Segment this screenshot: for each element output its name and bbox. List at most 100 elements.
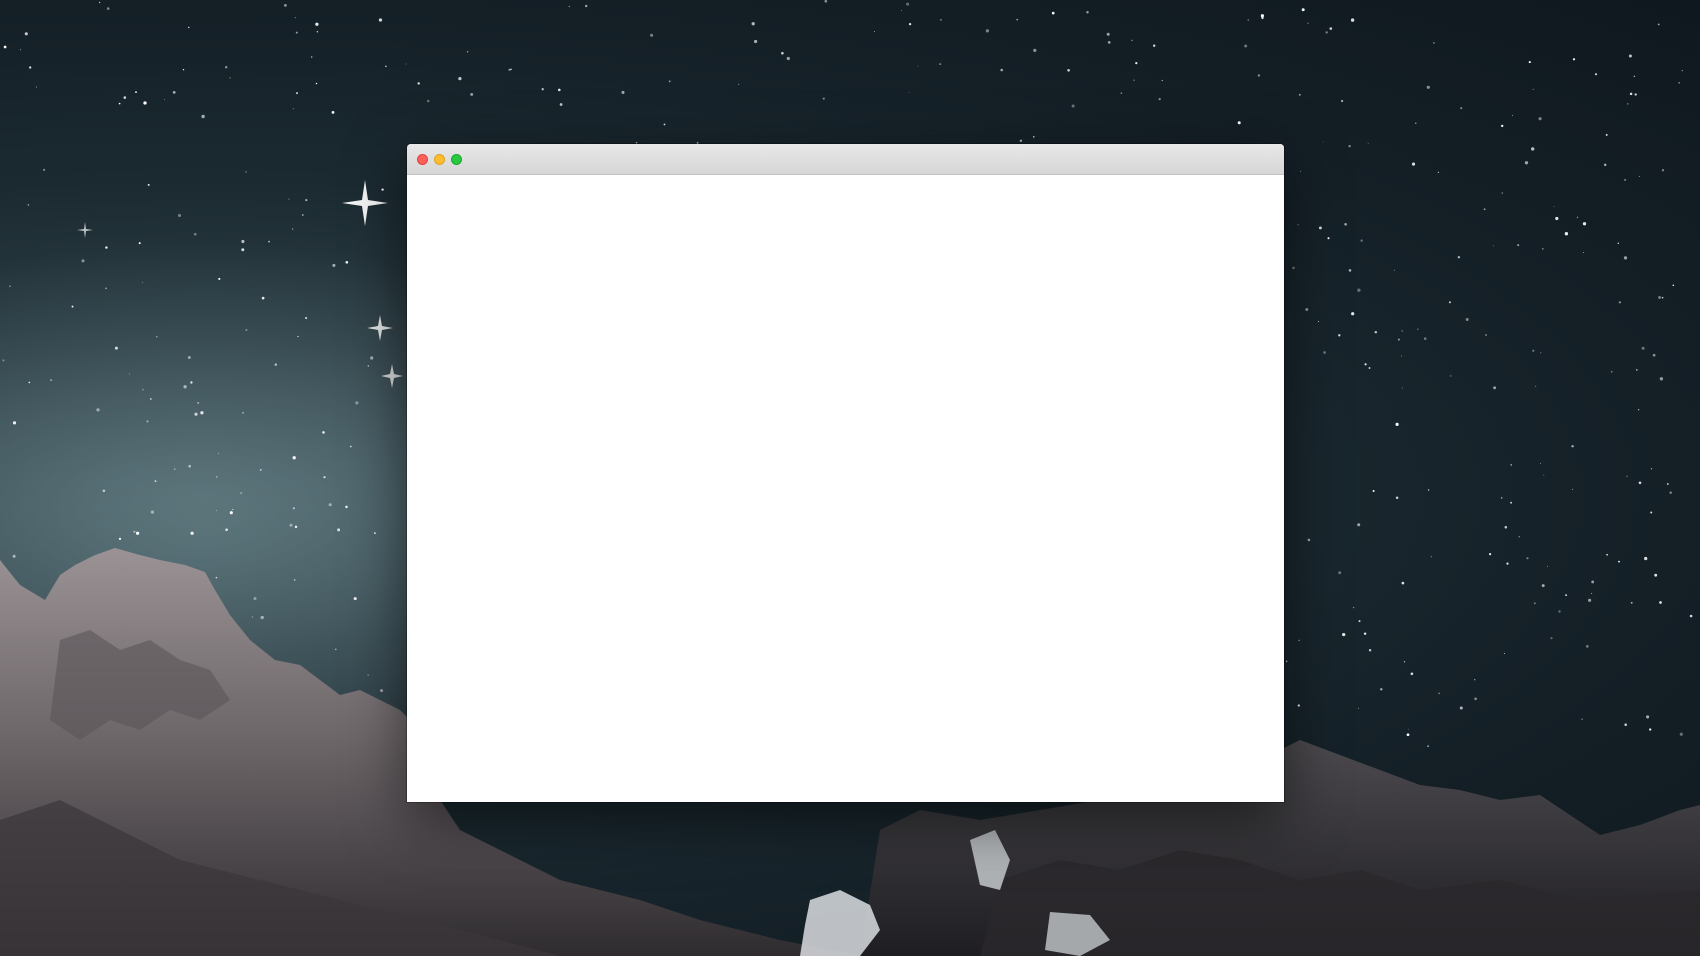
star (1558, 610, 1561, 613)
star (1397, 338, 1400, 341)
star (1618, 301, 1622, 304)
star (1603, 163, 1607, 167)
star (1661, 296, 1664, 299)
star (1106, 32, 1110, 36)
star (568, 6, 570, 8)
star (1401, 581, 1405, 585)
star (1658, 296, 1662, 299)
star (470, 92, 474, 96)
star (1131, 39, 1133, 42)
star (1634, 93, 1637, 96)
star (1158, 97, 1161, 101)
star (242, 411, 244, 414)
star (1459, 706, 1463, 710)
star (24, 32, 28, 36)
star (1051, 11, 1055, 15)
star (1417, 328, 1419, 330)
star (9, 285, 11, 288)
star (1538, 117, 1542, 121)
star (1581, 718, 1583, 720)
star (98, 1, 101, 4)
star (106, 7, 110, 10)
star (1669, 491, 1672, 494)
star (1533, 602, 1536, 605)
star (292, 108, 294, 110)
star (1401, 355, 1403, 357)
star (201, 412, 203, 414)
star (1120, 92, 1123, 94)
star (225, 528, 228, 532)
star (1652, 353, 1656, 357)
star (985, 29, 990, 33)
star (289, 523, 293, 527)
star (3, 45, 7, 49)
star (901, 10, 903, 12)
star (1297, 224, 1299, 226)
star (105, 287, 107, 290)
star (293, 579, 296, 581)
star (1630, 601, 1633, 604)
star (1638, 175, 1640, 177)
star (218, 277, 221, 280)
zoom-button[interactable] (451, 153, 462, 165)
window-content[interactable] (407, 175, 1284, 802)
star (182, 68, 185, 71)
star (315, 82, 318, 85)
star (1532, 349, 1535, 352)
star (173, 468, 176, 471)
star (20, 49, 22, 51)
star (508, 68, 511, 71)
star (1297, 704, 1300, 707)
star (1492, 245, 1494, 247)
star (292, 228, 294, 230)
star (345, 505, 348, 509)
star (1395, 496, 1399, 500)
star (1071, 104, 1075, 108)
star (1627, 103, 1629, 105)
star (1543, 474, 1545, 476)
star (1591, 580, 1595, 584)
app-window[interactable] (407, 144, 1284, 802)
star (1323, 351, 1326, 354)
star (1585, 645, 1589, 648)
star (663, 123, 666, 126)
star (1510, 464, 1512, 466)
star (1348, 144, 1351, 148)
star (245, 171, 247, 173)
star (1161, 79, 1163, 82)
star (135, 91, 137, 94)
window-title (407, 144, 1284, 174)
star (296, 92, 298, 95)
star (232, 508, 234, 510)
star (1474, 697, 1477, 701)
star (939, 63, 942, 66)
star (621, 90, 625, 94)
star (1342, 632, 1346, 637)
star (295, 31, 298, 34)
title-bar[interactable] (407, 144, 1284, 175)
star (1654, 573, 1658, 577)
minimize-button[interactable] (434, 153, 445, 165)
star (1401, 387, 1403, 389)
star (284, 4, 287, 7)
star (229, 77, 231, 79)
star (260, 615, 264, 620)
star (1518, 536, 1520, 538)
star (1541, 584, 1545, 588)
close-button[interactable] (417, 153, 428, 165)
star (156, 336, 158, 338)
star (133, 530, 136, 533)
star (1506, 562, 1509, 565)
star (1637, 408, 1640, 411)
star (1301, 8, 1305, 12)
star (142, 389, 144, 391)
star (1298, 93, 1301, 96)
star (1244, 44, 1248, 48)
star (334, 648, 337, 651)
star (1403, 661, 1406, 663)
star (1564, 232, 1569, 236)
star (305, 199, 308, 202)
star (29, 66, 32, 69)
star (1626, 475, 1628, 477)
star (172, 91, 176, 94)
